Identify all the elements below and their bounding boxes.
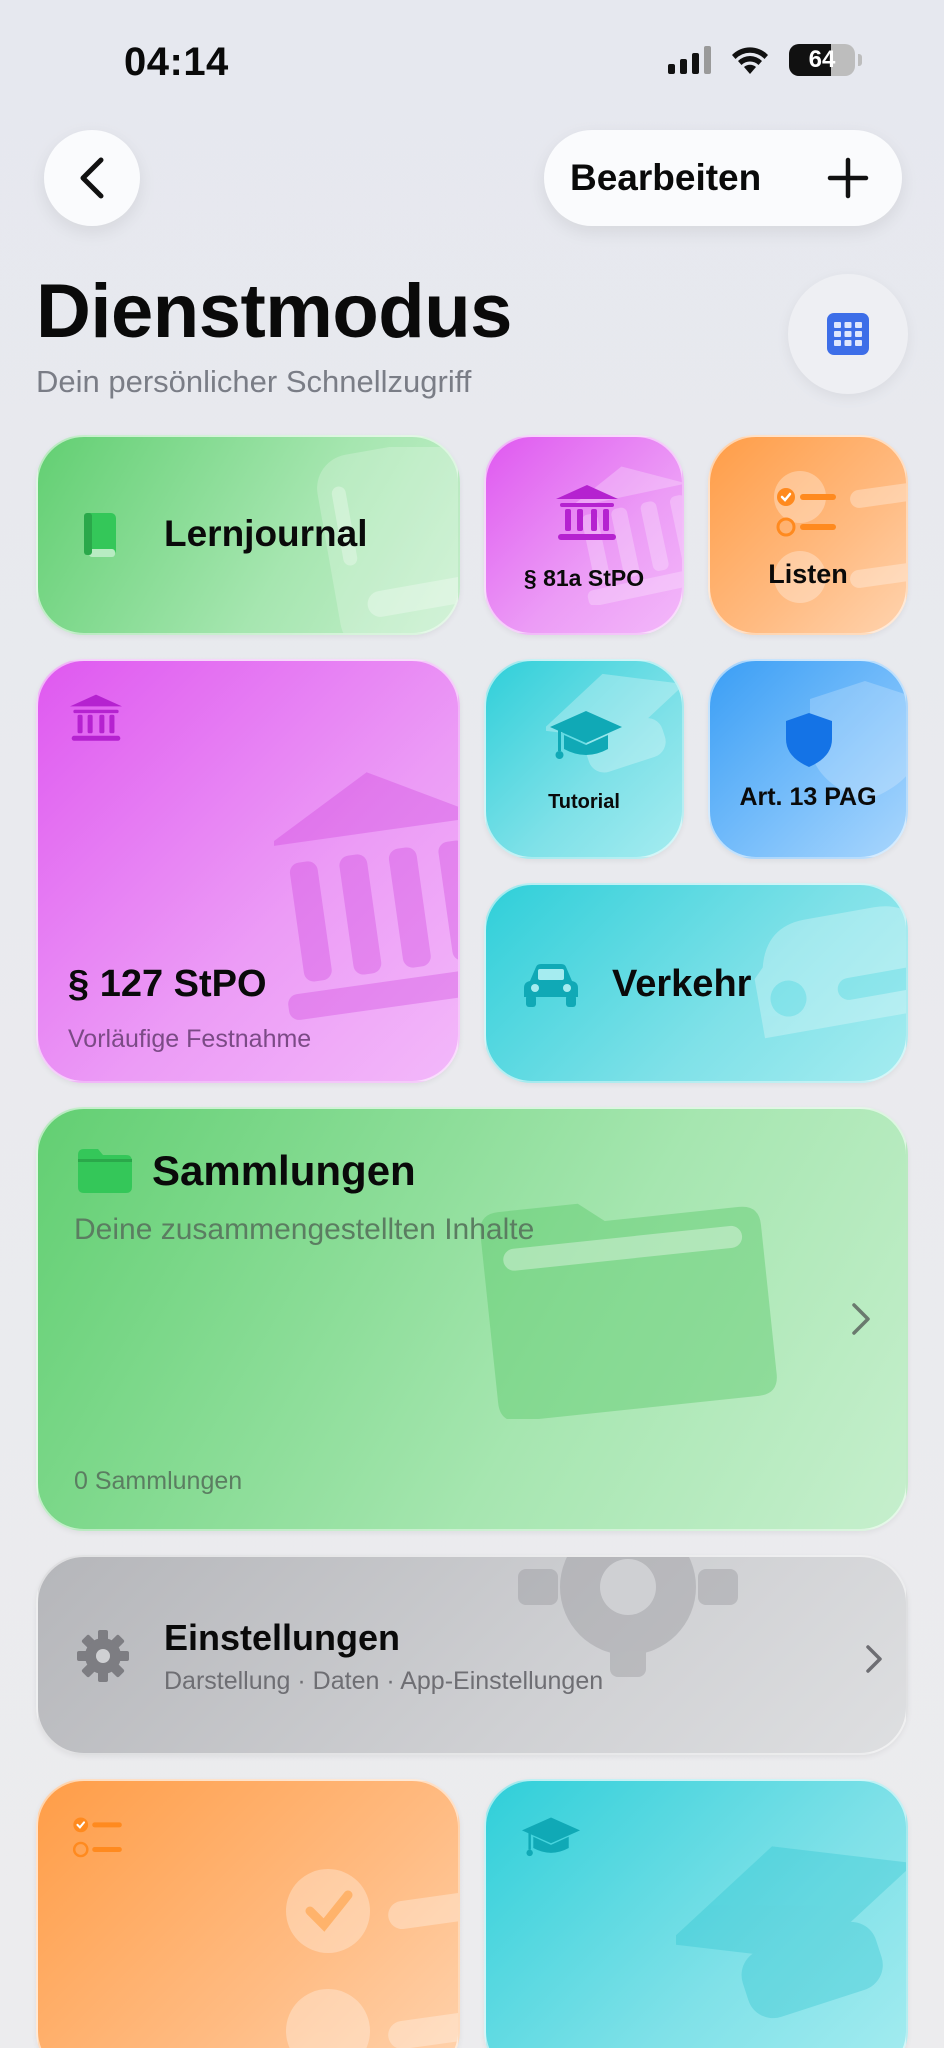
tile-label: Tutorial <box>548 791 620 813</box>
shield-icon <box>786 713 832 767</box>
courthouse-icon <box>70 694 122 741</box>
chevron-left-icon <box>80 157 104 199</box>
back-button[interactable] <box>44 130 140 226</box>
checklist-icon <box>72 1817 122 1858</box>
tile-stpo-81a[interactable]: § 81a StPO <box>484 435 684 635</box>
tile-listen-large[interactable] <box>36 1779 460 2048</box>
folder-icon <box>78 1149 132 1193</box>
tile-label: Einstellungen <box>164 1617 401 1658</box>
tile-lernjournal[interactable]: Lernjournal <box>36 435 460 635</box>
tile-label: Sammlungen <box>152 1147 416 1194</box>
status-icons: 64 <box>668 44 862 76</box>
status-time: 04:14 <box>124 40 229 84</box>
tile-verkehr[interactable]: Verkehr <box>484 883 908 1083</box>
graduation-cap-watermark-icon <box>676 1846 906 2019</box>
page-subtitle: Dein persönlicher Schnellzugriff <box>36 364 472 399</box>
car-icon <box>524 964 578 1007</box>
tile-label: Verkehr <box>612 963 752 1005</box>
battery-percentage: 64 <box>808 46 836 73</box>
tile-caption: Deine zusammengestellten Inhalte <box>74 1213 535 1246</box>
tile-stpo-127[interactable]: § 127 StPO Vorläufige Festnahme <box>36 659 460 1083</box>
tile-sammlungen[interactable]: Sammlungen Deine zusammengestellten Inha… <box>36 1107 908 1531</box>
tile-tutorial-large[interactable] <box>484 1779 908 2048</box>
tile-caption: Darstellung · Daten · App-Einstellungen <box>164 1667 604 1695</box>
page-title: Dienstmodus <box>36 269 512 354</box>
collection-count: 0 Sammlungen <box>74 1467 243 1495</box>
add-icon[interactable] <box>826 156 870 200</box>
tile-listen[interactable]: Listen <box>708 435 908 635</box>
graduation-cap-icon <box>550 711 622 759</box>
battery-indicator: 64 <box>789 44 855 76</box>
wifi-icon <box>732 47 768 74</box>
car-watermark-icon <box>754 906 906 1039</box>
edit-button[interactable]: Bearbeiten <box>570 157 761 199</box>
tile-label: Art. 13 PAG <box>739 783 877 811</box>
chevron-right-icon <box>852 1303 870 1335</box>
book-icon <box>84 513 116 557</box>
tile-label: § 81a StPO <box>523 565 645 591</box>
courthouse-watermark-icon <box>274 772 458 1020</box>
gear-icon <box>77 1630 129 1682</box>
tile-tutorial[interactable]: Tutorial <box>484 659 684 859</box>
edit-toolbar: Bearbeiten <box>544 130 902 226</box>
checklist-icon <box>776 488 836 537</box>
cellular-signal-icon <box>668 46 711 74</box>
checklist-watermark-icon <box>286 1869 458 2048</box>
tile-einstellungen[interactable]: Einstellungen Darstellung · Daten · App-… <box>36 1555 908 1755</box>
courthouse-icon <box>556 485 618 540</box>
tile-label: Listen <box>768 559 848 589</box>
grid-icon <box>827 313 869 355</box>
tile-label: Lernjournal <box>164 513 368 554</box>
tile-caption: Vorläufige Festnahme <box>68 1025 312 1053</box>
tile-art-13-pag[interactable]: Art. 13 PAG <box>708 659 908 859</box>
tile-label: § 127 StPO <box>68 963 267 1005</box>
chevron-right-icon <box>866 1645 882 1673</box>
graduation-cap-icon <box>522 1817 580 1857</box>
layout-grid-button[interactable] <box>788 274 908 394</box>
